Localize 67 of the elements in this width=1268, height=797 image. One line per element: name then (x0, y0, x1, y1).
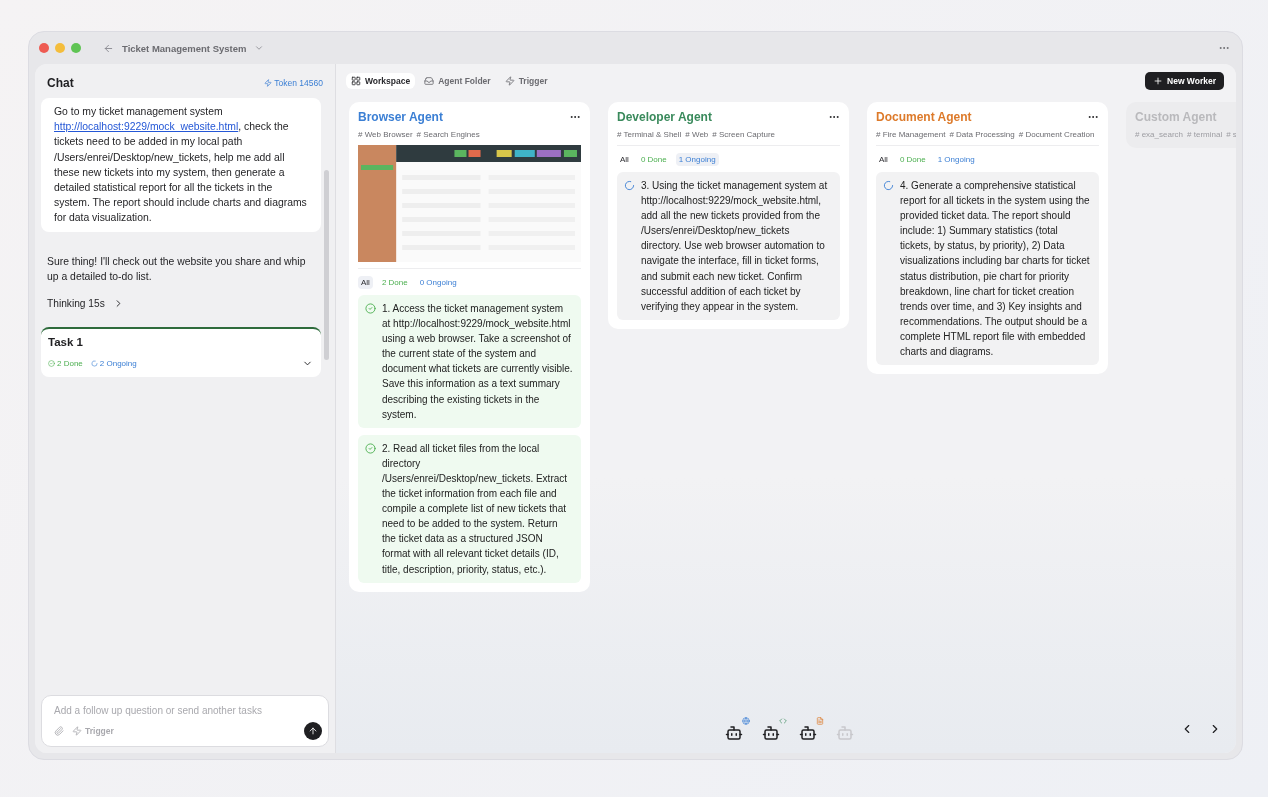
ongoing-count: 2 Ongoing (90, 359, 137, 369)
task-text: 2. Read all ticket files from the local directory /Users/enrei/Desktop/new_tickets. Extract the ticket information from each file and compile a complete list of new tickets that need to be added to the system. Return the ticket data as a structured JSON format with all relevant ticket details (ID, title, description, priority, status, etc.). (382, 441, 569, 577)
robot-icon (762, 723, 780, 742)
task-text: 3. Using the ticket management system at http://localhost:9229/mock_website.html, add all the new tickets provided from the /Users/enrei/Desktop/new_tickets directory. Use web browser automation to navigate the interface, fill in ticket forms, and submit each new ticket. Confirm successful addition of each ticket by verifying they appear in the system. (641, 179, 829, 314)
spinner-icon (90, 360, 98, 368)
inbox-icon (424, 76, 435, 86)
agent-tag: # Fire Management (876, 130, 946, 139)
plus-icon (1153, 76, 1163, 86)
token-count: Token 14560 (264, 78, 323, 88)
done-count: 2 Done (48, 359, 83, 369)
task-item[interactable] (358, 295, 581, 428)
agent-name: Document Agent (876, 110, 972, 124)
filter-tab[interactable]: 1 Ongoing (934, 153, 978, 166)
task-card[interactable]: Task 1 2 Done 2 Ongoing (41, 327, 321, 378)
new-worker-button[interactable]: New Worker (1145, 72, 1224, 90)
agent-tag: # Web (685, 130, 709, 139)
chat-title: Chat (47, 76, 74, 90)
agent-tag: # Web Browser (358, 130, 413, 139)
agent-tag: # Terminal & Shell (617, 130, 682, 139)
thinking-toggle[interactable]: Thinking 15s (41, 298, 130, 310)
agent-tag: # exa_search (1135, 130, 1184, 139)
agent-bot-button[interactable] (799, 716, 824, 742)
assistant-message: Sure thing! I'll check out the website you share and whip up a detailed to-do list. (46, 254, 307, 284)
filter-tab[interactable]: All (876, 153, 891, 166)
filter-tab[interactable]: 0 Ongoing (416, 276, 460, 289)
lightning-icon (72, 726, 82, 736)
agent-tag: # terminal (1187, 130, 1223, 139)
lightning-icon (264, 79, 273, 87)
task-item[interactable] (876, 172, 1099, 366)
tab[interactable]: Trigger (499, 73, 553, 89)
task-text: 4. Generate a comprehensive statistical report for all tickets in the system using the provided ticket data. The report should include: 1) Summary statistics (total tickets, by status, by priority), 2) Data visualizations including bar charts for ticket status distribution, pie chart for priority breakdown, line chart for ticket creation trends over time, and 3) Key insights and recommendations. The output should be a complete HTML report file with embedded charts and diagrams. (900, 179, 1091, 360)
filter-tab[interactable]: 2 Done (378, 276, 411, 289)
filter-tab[interactable]: 1 Ongoing (675, 153, 719, 166)
check-icon (48, 360, 55, 368)
filter-tab[interactable]: 0 Done (896, 153, 929, 166)
agent-tag: # s (1226, 130, 1236, 139)
document-icon (816, 716, 824, 725)
robot-icon (799, 723, 817, 742)
filter-tab[interactable]: All (358, 276, 373, 289)
task-item[interactable] (358, 434, 581, 583)
globe-icon (742, 716, 750, 725)
task-text: 1. Access the ticket management system at http://localhost:9229/mock_website.html using a web browser. Take a screenshot of the current state of the system and document what tickets are currently visible. Save this information as a text summary describing the existing tickets in the system. (382, 302, 573, 422)
agent-bot-button[interactable] (762, 716, 787, 742)
user-message: Go to my ticket management system http://localhost:9229/mock_website.html, check the tickets need to be added in my local path /Users/enrei/Desktop/new_tickets, help me add all these new tickets into my system, then generate a detailed statistical report for all the tickets in the system. The report should include charts and diagrams for data visualization. (41, 98, 321, 232)
agent-tag: # Data Processing (949, 130, 1015, 139)
robot-icon (725, 723, 743, 742)
window-title: Ticket Management System (122, 42, 247, 54)
agent-name: Developer Agent (617, 110, 712, 124)
arrow-up-icon (308, 726, 318, 736)
agent-tag: # Search Engines (416, 130, 480, 139)
agent-tag: # Screen Capture (712, 130, 775, 139)
tab[interactable]: Agent Folder (419, 73, 496, 89)
tab[interactable]: Workspace (346, 73, 416, 89)
task-title: Task 1 (48, 336, 84, 349)
agent-tag: # Document Creation (1018, 130, 1095, 139)
task-item[interactable] (617, 172, 840, 320)
lightning-icon (504, 76, 515, 86)
close-button[interactable] (39, 43, 49, 53)
filter-tab[interactable]: All (617, 153, 632, 166)
robot-icon (836, 723, 854, 742)
filter-tab[interactable]: 0 Done (637, 153, 670, 166)
scrollbar[interactable] (324, 170, 329, 360)
agent-name: Browser Agent (358, 110, 443, 124)
send-button[interactable] (304, 722, 322, 740)
agent-bot-button[interactable] (725, 716, 750, 742)
code-icon (779, 716, 787, 725)
grid-icon (351, 76, 361, 86)
